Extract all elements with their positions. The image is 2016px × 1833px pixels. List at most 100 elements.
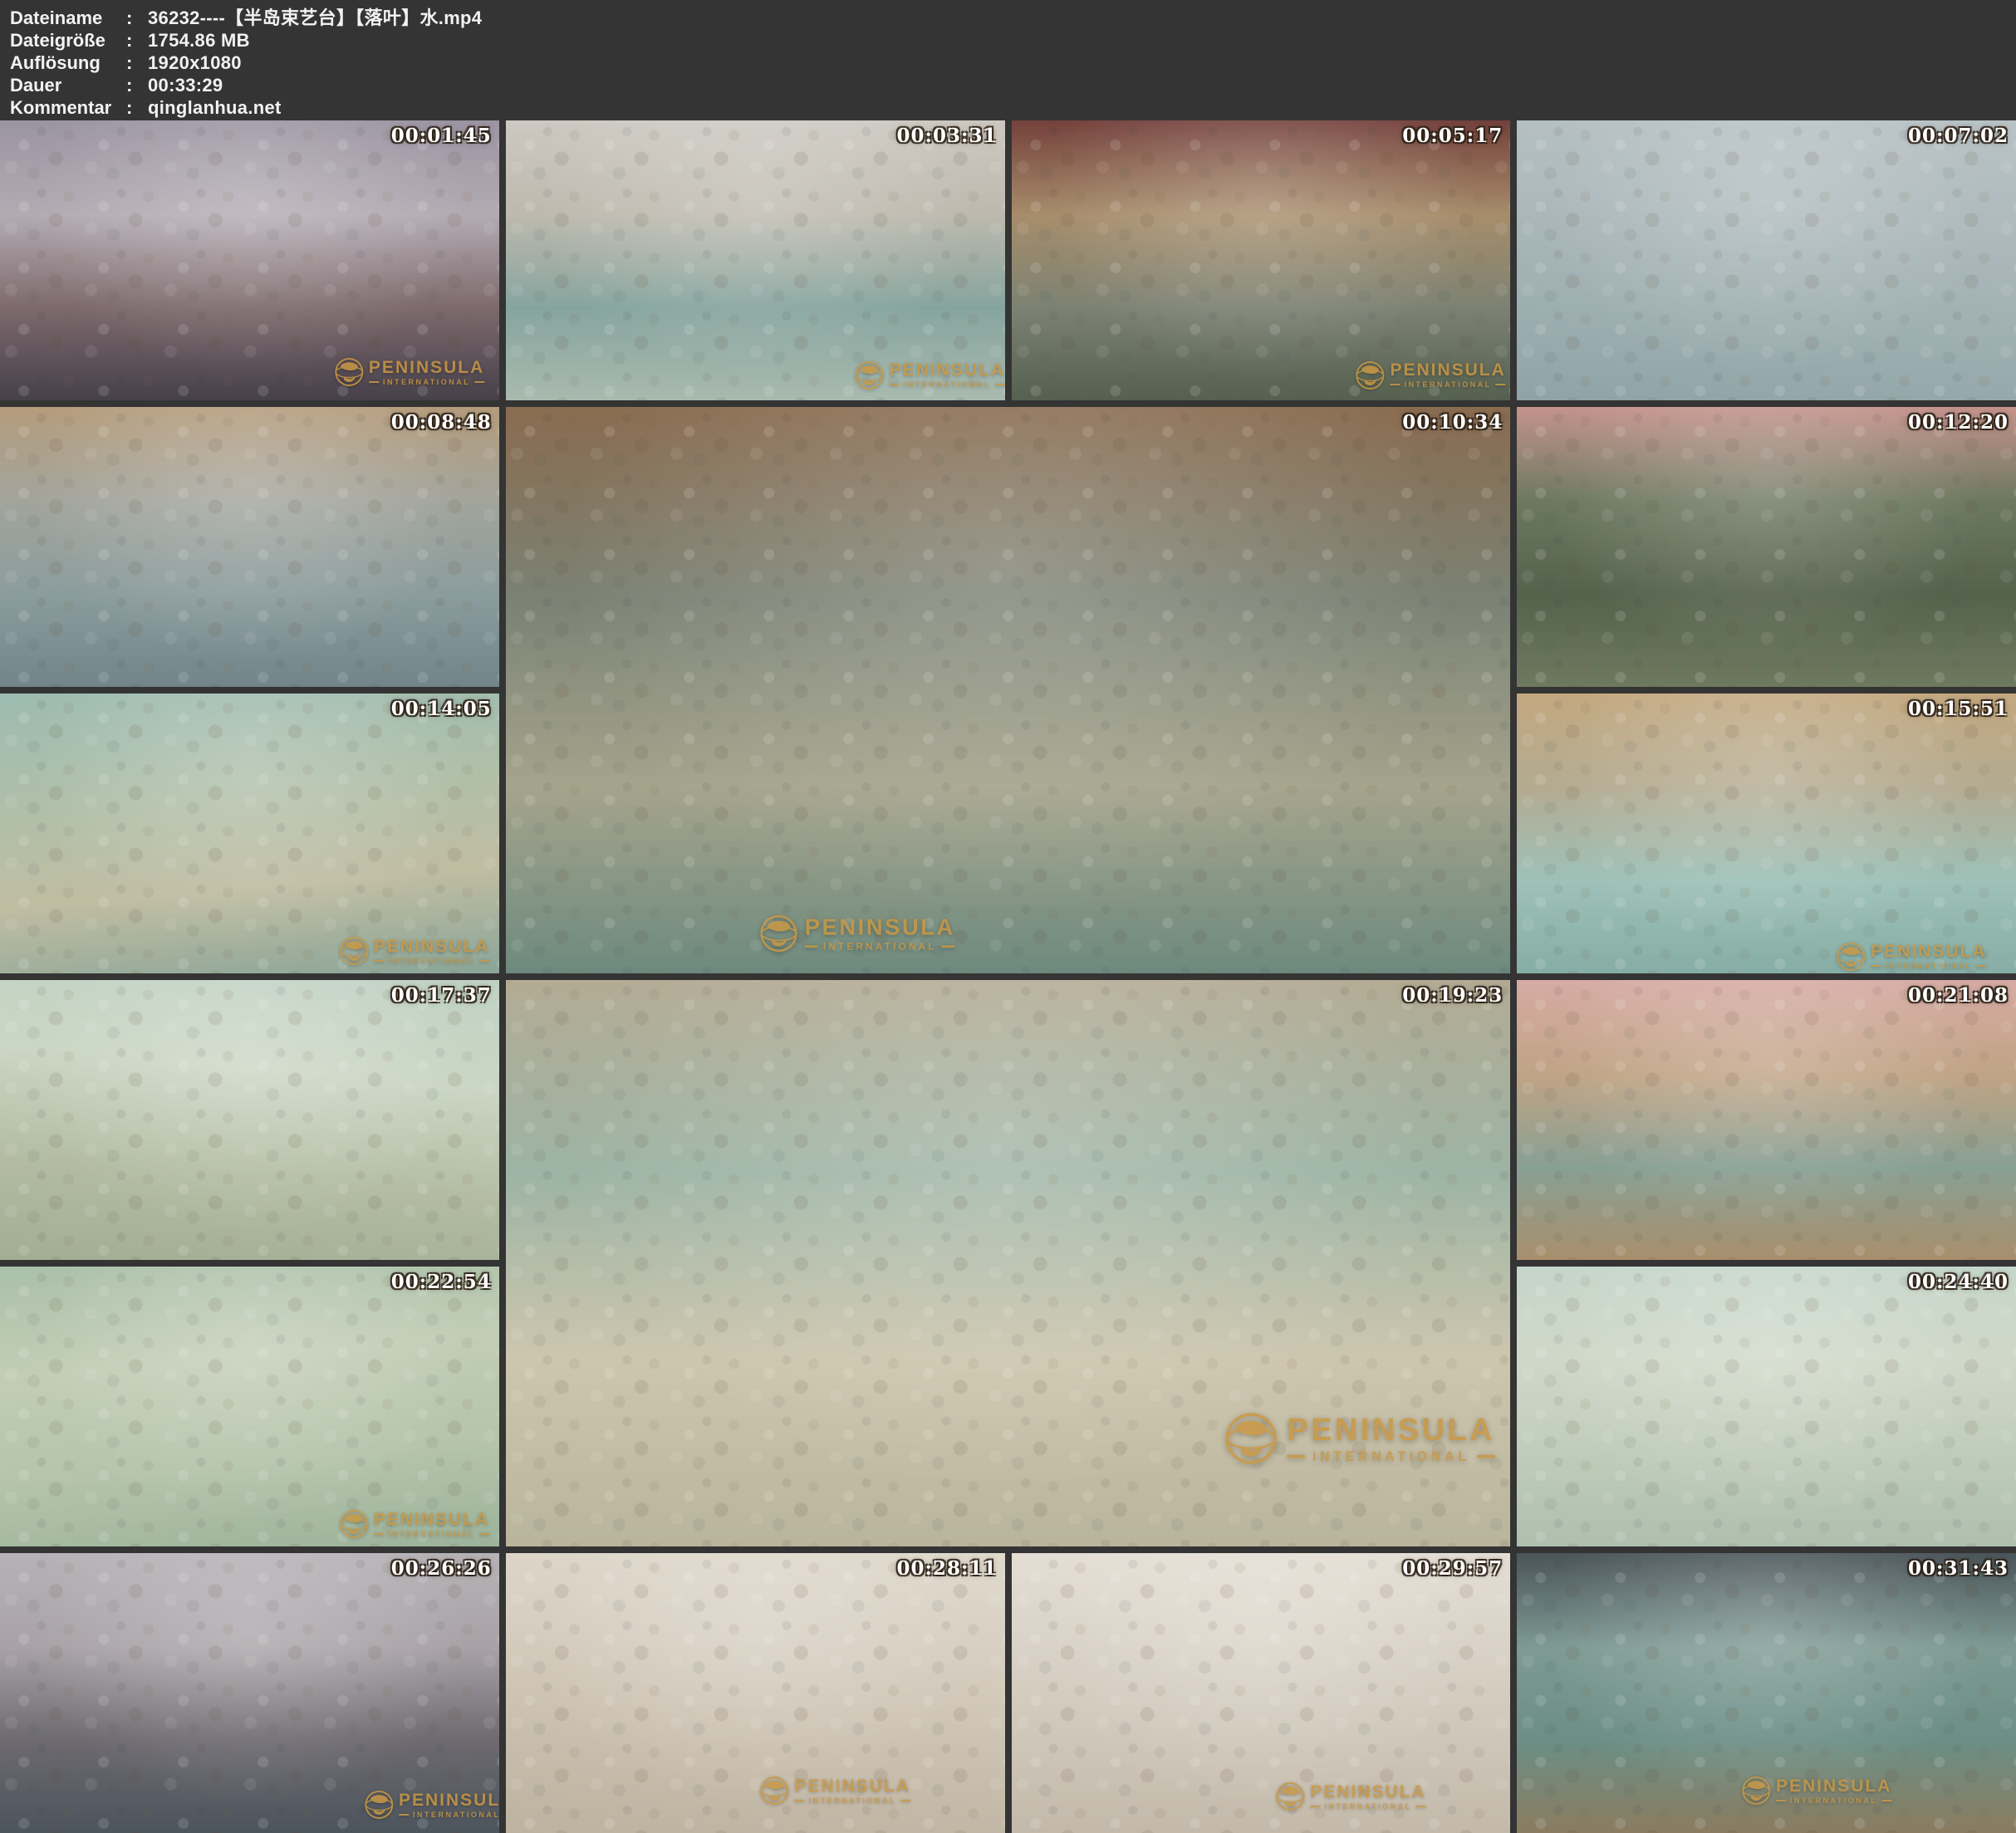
watermark-line bbox=[890, 384, 900, 385]
watermark-line bbox=[942, 945, 955, 948]
watermark-subtext-row: INTERNATIONAL bbox=[374, 1530, 489, 1538]
watermark-text-block: PENINSULAINTERNATIONAL bbox=[374, 938, 489, 965]
watermark-text: PENINSULA bbox=[1390, 361, 1505, 380]
watermark-text: PENINSULA bbox=[374, 938, 489, 956]
watermark-subtext-row: INTERNATIONAL bbox=[805, 941, 955, 952]
watermark-line bbox=[374, 1533, 384, 1535]
watermark-line bbox=[795, 1800, 805, 1801]
timestamp-label: 00:01:45 bbox=[391, 125, 492, 147]
timestamp-label: 00:07:02 bbox=[1908, 125, 2009, 147]
thumbnail-00-19-23: 00:19:23 PENINSULAINTERNATIONAL bbox=[506, 980, 1511, 1546]
watermark-text-block: PENINSULAINTERNATIONAL bbox=[1390, 361, 1505, 389]
watermark-line bbox=[369, 381, 379, 383]
watermark-text-block: PENINSULAINTERNATIONAL bbox=[399, 1791, 499, 1819]
watermark-subtext-row: INTERNATIONAL bbox=[399, 1811, 499, 1819]
meta-value: qinglanhua.net bbox=[148, 97, 282, 118]
meta-row-2: Auflösung:1920x1080 bbox=[10, 51, 2016, 74]
peninsula-watermark: PENINSULAINTERNATIONAL bbox=[855, 360, 1005, 390]
meta-row-4: Kommentar:qinglanhua.net bbox=[10, 96, 2016, 119]
globe-icon bbox=[1355, 360, 1385, 390]
thumbnail-00-14-05: 00:14:05 PENINSULAINTERNATIONAL bbox=[0, 694, 499, 973]
globe-icon bbox=[364, 1790, 394, 1820]
timestamp-label: 00:28:11 bbox=[896, 1557, 997, 1580]
watermark-text: PENINSULA bbox=[399, 1791, 499, 1810]
thumbnail-00-03-31: 00:03:31 PENINSULAINTERNATIONAL bbox=[506, 120, 1005, 400]
watermark-text-block: PENINSULAINTERNATIONAL bbox=[1310, 1783, 1425, 1811]
watermark-text-block: PENINSULAINTERNATIONAL bbox=[374, 1511, 489, 1538]
meta-label: Dateiname bbox=[10, 7, 126, 29]
globe-icon bbox=[1224, 1412, 1278, 1466]
video-contact-sheet: Dateiname:36232----【半岛束艺台】【落叶】水.mp4Datei… bbox=[0, 0, 2016, 1833]
watermark-subtext-row: INTERNATIONAL bbox=[1310, 1802, 1425, 1811]
meta-value: 00:33:29 bbox=[148, 75, 223, 96]
meta-colon: : bbox=[126, 29, 148, 51]
timestamp-label: 00:15:51 bbox=[1908, 698, 2009, 720]
watermark-line bbox=[374, 960, 384, 962]
meta-label: Kommentar bbox=[10, 96, 126, 119]
globe-icon bbox=[855, 360, 885, 390]
watermark-subtext: INTERNATIONAL bbox=[388, 957, 475, 965]
watermark-subtext: INTERNATIONAL bbox=[1885, 962, 1972, 970]
watermark-subtext: INTERNATIONAL bbox=[823, 941, 937, 952]
meta-row-1: Dateigröße:1754.86 MB bbox=[10, 29, 2016, 51]
watermark-text: PENINSULA bbox=[795, 1777, 910, 1796]
watermark-subtext: INTERNATIONAL bbox=[1404, 380, 1491, 389]
thumbnail-00-01-45: 00:01:45 PENINSULAINTERNATIONAL bbox=[0, 120, 499, 400]
peninsula-watermark: PENINSULAINTERNATIONAL bbox=[1741, 1776, 1891, 1806]
thumbnail-00-08-48: 00:08:48 bbox=[0, 407, 499, 687]
globe-icon bbox=[339, 1509, 369, 1539]
peninsula-watermark: PENINSULAINTERNATIONAL bbox=[1355, 360, 1505, 390]
timestamp-label: 00:10:34 bbox=[1402, 411, 1503, 434]
watermark-text: PENINSULA bbox=[890, 361, 1005, 380]
watermark-line bbox=[474, 381, 484, 383]
watermark-subtext: INTERNATIONAL bbox=[388, 1530, 475, 1538]
thumbnail-00-10-34: 00:10:34 PENINSULAINTERNATIONAL bbox=[506, 407, 1511, 973]
globe-icon bbox=[334, 357, 364, 387]
watermark-subtext-row: INTERNATIONAL bbox=[369, 378, 484, 386]
globe-icon bbox=[1275, 1782, 1305, 1811]
meta-colon: : bbox=[126, 74, 148, 96]
meta-value: 1920x1080 bbox=[148, 52, 242, 73]
watermark-subtext-row: INTERNATIONAL bbox=[795, 1796, 910, 1805]
timestamp-label: 00:21:08 bbox=[1908, 984, 2009, 1007]
timestamp-label: 00:14:05 bbox=[391, 698, 492, 720]
watermark-line bbox=[805, 945, 818, 948]
meta-label: Dateigröße bbox=[10, 29, 126, 51]
watermark-line bbox=[479, 1533, 489, 1535]
timestamp-label: 00:29:57 bbox=[1402, 1557, 1503, 1580]
timestamp-label: 00:31:43 bbox=[1908, 1557, 2009, 1580]
watermark-subtext-row: INTERNATIONAL bbox=[1390, 380, 1505, 389]
timestamp-label: 00:17:37 bbox=[391, 984, 492, 1007]
watermark-subtext-row: INTERNATIONAL bbox=[890, 380, 1005, 389]
thumbnail-00-31-43: 00:31:43 PENINSULAINTERNATIONAL bbox=[1517, 1553, 2016, 1833]
timestamp-label: 00:03:31 bbox=[896, 125, 997, 147]
peninsula-watermark: PENINSULAINTERNATIONAL bbox=[760, 1776, 910, 1806]
watermark-text: PENINSULA bbox=[1871, 943, 1986, 961]
peninsula-watermark: PENINSULAINTERNATIONAL bbox=[1224, 1412, 1495, 1466]
watermark-subtext-row: INTERNATIONAL bbox=[1871, 962, 1986, 970]
watermark-subtext: INTERNATIONAL bbox=[809, 1796, 896, 1805]
globe-icon bbox=[1836, 942, 1866, 972]
watermark-line bbox=[1776, 1800, 1786, 1801]
watermark-line bbox=[1416, 1806, 1426, 1807]
meta-value: 1754.86 MB bbox=[148, 30, 250, 51]
watermark-text-block: PENINSULAINTERNATIONAL bbox=[795, 1777, 910, 1805]
thumbnail-00-28-11: 00:28:11 PENINSULAINTERNATIONAL bbox=[506, 1553, 1005, 1833]
thumbnail-00-12-20: 00:12:20 bbox=[1517, 407, 2016, 687]
thumbnail-00-07-02: 00:07:02 bbox=[1517, 120, 2016, 400]
watermark-line bbox=[1881, 1800, 1891, 1801]
watermark-text-block: PENINSULAINTERNATIONAL bbox=[805, 916, 955, 952]
watermark-subtext-row: INTERNATIONAL bbox=[1776, 1796, 1891, 1805]
timestamp-label: 00:26:26 bbox=[391, 1557, 492, 1580]
watermark-text-block: PENINSULAINTERNATIONAL bbox=[890, 361, 1005, 389]
watermark-line bbox=[1390, 384, 1400, 385]
timestamp-label: 00:22:54 bbox=[391, 1271, 492, 1293]
peninsula-watermark: PENINSULAINTERNATIONAL bbox=[1275, 1782, 1425, 1811]
meta-label: Auflösung bbox=[10, 51, 126, 74]
watermark-subtext: INTERNATIONAL bbox=[1312, 1448, 1470, 1463]
watermark-text-block: PENINSULAINTERNATIONAL bbox=[369, 359, 484, 386]
timestamp-label: 00:19:23 bbox=[1402, 984, 1503, 1007]
meta-row-3: Dauer:00:33:29 bbox=[10, 74, 2016, 96]
thumbnail-grid: 00:01:45PENINSULAINTERNATIONAL00:03:31PE… bbox=[0, 120, 2016, 1833]
watermark-subtext: INTERNATIONAL bbox=[1324, 1802, 1411, 1811]
